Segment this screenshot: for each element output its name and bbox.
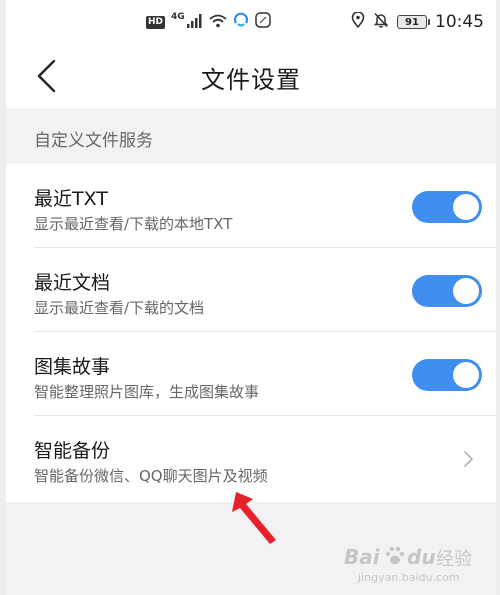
compass-icon bbox=[254, 12, 271, 32]
toggle-knob bbox=[453, 362, 479, 388]
toggle-knob bbox=[453, 194, 479, 220]
sync-icon bbox=[233, 12, 249, 32]
chevron-right-icon bbox=[464, 451, 473, 467]
setting-subtitle: 显示最近查看/下载的本地TXT bbox=[34, 215, 233, 233]
watermark-brand-suffix: du bbox=[407, 545, 436, 569]
watermark-url: jingyan.baidu.com bbox=[358, 571, 460, 584]
setting-title: 最近文档 bbox=[34, 272, 111, 294]
recent-txt-toggle[interactable] bbox=[412, 191, 482, 223]
battery-level: 91 bbox=[405, 16, 419, 28]
paw-icon bbox=[385, 546, 405, 565]
right-frame-edge bbox=[496, 0, 500, 595]
page-title: 文件设置 bbox=[201, 66, 301, 94]
top-nav-bar: 文件设置 bbox=[6, 44, 496, 108]
setting-title: 图集故事 bbox=[34, 356, 111, 378]
location-icon bbox=[351, 11, 365, 32]
battery-icon: 91 bbox=[397, 15, 430, 29]
watermark-brand: Bai bbox=[344, 545, 380, 569]
toggle-knob bbox=[453, 278, 479, 304]
status-left-group: HD 4G bbox=[146, 10, 271, 34]
setting-title: 智能备份 bbox=[34, 440, 111, 462]
setting-subtitle: 智能备份微信、QQ聊天图片及视频 bbox=[34, 467, 268, 485]
watermark-cn: 经验 bbox=[436, 549, 472, 570]
setting-row-album-story[interactable]: 图集故事 智能整理照片图库，生成图集故事 bbox=[6, 332, 496, 416]
annotation-arrow-icon bbox=[232, 492, 276, 544]
mute-bell-icon bbox=[373, 12, 389, 32]
status-right-group: 91 10:45 bbox=[351, 10, 484, 34]
setting-row-recent-txt[interactable]: 最近TXT 显示最近查看/下载的本地TXT bbox=[6, 164, 496, 248]
recent-docs-toggle[interactable] bbox=[412, 275, 482, 307]
signal-icon bbox=[186, 13, 203, 32]
setting-subtitle: 显示最近查看/下载的文档 bbox=[34, 299, 205, 317]
setting-row-recent-docs[interactable]: 最近文档 显示最近查看/下载的文档 bbox=[6, 248, 496, 332]
album-story-toggle[interactable] bbox=[412, 359, 482, 391]
status-clock: 10:45 bbox=[435, 12, 484, 32]
wifi-icon bbox=[209, 13, 227, 32]
section-title: 自定义文件服务 bbox=[34, 131, 153, 151]
setting-title: 最近TXT bbox=[34, 188, 108, 210]
section-header: 自定义文件服务 bbox=[6, 108, 496, 164]
setting-subtitle: 智能整理照片图库，生成图集故事 bbox=[34, 383, 260, 401]
settings-list: 最近TXT 显示最近查看/下载的本地TXT 最近文档 显示最近查看/下载的文档 … bbox=[6, 164, 496, 502]
network-type-label: 4G bbox=[171, 12, 185, 22]
status-bar: HD 4G 91 10:45 bbox=[6, 0, 496, 44]
baidu-watermark: Bai du 经验 jingyan.baidu.com bbox=[344, 543, 484, 587]
hd-badge: HD bbox=[146, 15, 166, 29]
